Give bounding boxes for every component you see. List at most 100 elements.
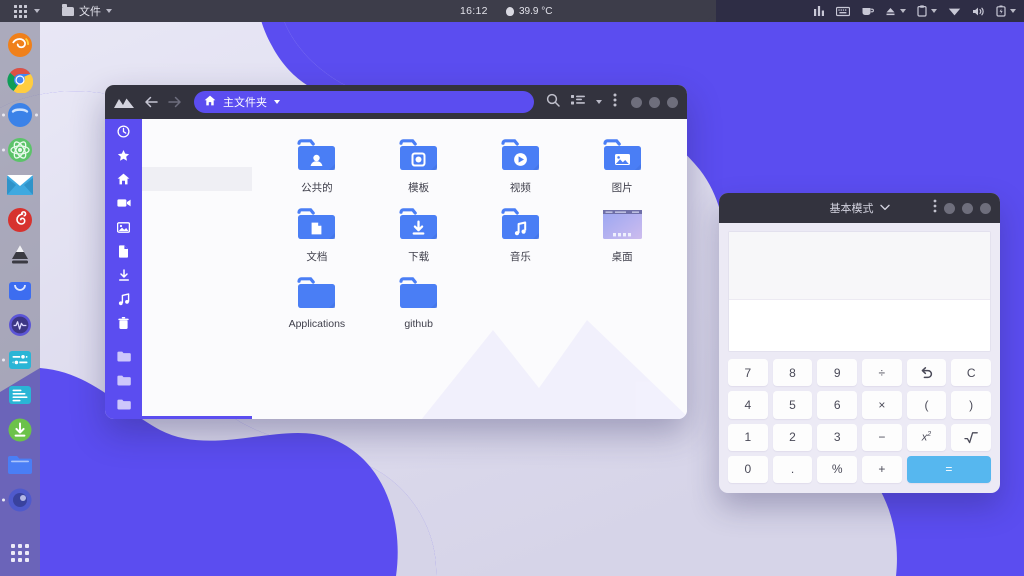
caret-down-icon[interactable]: [274, 100, 280, 104]
calc-key-3[interactable]: 3: [817, 424, 857, 451]
calc-key-+[interactable]: +: [862, 456, 902, 483]
kebab-menu-icon[interactable]: [933, 199, 937, 218]
file-item[interactable]: 音乐: [470, 201, 572, 264]
calc-key-x²[interactable]: x2: [907, 424, 947, 451]
calc-key-4[interactable]: 4: [728, 391, 768, 418]
caret-down-icon[interactable]: [1010, 9, 1016, 13]
dock-item-updater[interactable]: [7, 417, 33, 443]
calc-key-1[interactable]: 1: [728, 424, 768, 451]
sidebar-row-bg: [142, 239, 252, 263]
clipboard-icon[interactable]: [917, 5, 937, 17]
dock-item-preferences[interactable]: [7, 382, 33, 408]
maximize-button[interactable]: [649, 97, 660, 108]
clock[interactable]: 16:12: [460, 5, 488, 17]
breadcrumb[interactable]: 主文件夹: [194, 91, 534, 113]
caret-down-icon[interactable]: [931, 9, 937, 13]
temperature-indicator[interactable]: 39.9 °C: [506, 6, 552, 17]
system-monitor-icon[interactable]: [813, 5, 825, 17]
minimize-button[interactable]: [944, 203, 955, 214]
calc-key-9[interactable]: 9: [817, 359, 857, 386]
apps-grid-icon[interactable]: [11, 544, 29, 562]
calc-key-2[interactable]: 2: [773, 424, 813, 451]
calc-key-undo[interactable]: [907, 359, 947, 386]
calc-key-.[interactable]: .: [773, 456, 813, 483]
sidebar-item-color-schemes[interactable]: color-schemes: [105, 368, 252, 392]
sidebar-item-图片[interactable]: 图片: [105, 215, 252, 239]
calc-key-sqrt[interactable]: [951, 424, 991, 451]
caffeine-cup-icon[interactable]: [861, 5, 874, 17]
sidebar-item-最近使用[interactable]: 最近使用: [105, 119, 252, 143]
sidebar-item-音乐[interactable]: 音乐: [105, 287, 252, 311]
folder-icon: [397, 276, 440, 312]
calc-key-)[interactable]: ): [951, 391, 991, 418]
dock-item-inkscape[interactable]: [7, 242, 33, 268]
calc-key-5[interactable]: 5: [773, 391, 813, 418]
file-manager-sidebar: 最近使用收藏主目录视频图片文档下载音乐回收站 Kvantumcolor-schem…: [105, 119, 252, 419]
list-view-icon[interactable]: [571, 93, 585, 111]
file-item[interactable]: 桌面: [571, 201, 673, 264]
network-wifi-icon[interactable]: [948, 6, 961, 17]
dock-item-app-store[interactable]: [7, 277, 33, 303]
sidebar-item-文档[interactable]: 文档: [105, 239, 252, 263]
dock-item-system-monitor[interactable]: [7, 312, 33, 338]
calc-key-=[interactable]: =: [907, 456, 991, 483]
eject-icon[interactable]: [885, 6, 906, 17]
close-button[interactable]: [667, 97, 678, 108]
file-item-label: 下载: [408, 249, 429, 264]
calc-key-7[interactable]: 7: [728, 359, 768, 386]
dock-item-chrome[interactable]: [7, 67, 33, 93]
sidebar-item-sddm[interactable]: sddm: [105, 392, 252, 416]
calc-key-×[interactable]: ×: [862, 391, 902, 418]
files-menu[interactable]: 文件: [62, 3, 112, 19]
minimize-button[interactable]: [631, 97, 642, 108]
caret-down-icon[interactable]: [106, 9, 112, 13]
sidebar-item-视频[interactable]: 视频: [105, 191, 252, 215]
dock-item-file-manager[interactable]: [7, 452, 33, 478]
dock-item-blue-circle-app[interactable]: [7, 102, 33, 128]
grid-icon[interactable]: [14, 5, 27, 18]
volume-icon[interactable]: [972, 6, 985, 17]
battery-icon[interactable]: [996, 5, 1016, 17]
dock-item-settings-sliders[interactable]: [7, 347, 33, 373]
file-item[interactable]: github: [368, 270, 470, 330]
star-icon: [105, 149, 142, 162]
file-item[interactable]: 文档: [266, 201, 368, 264]
dock-item-mail[interactable]: [7, 172, 33, 198]
calc-key-%[interactable]: %: [817, 456, 857, 483]
back-button[interactable]: [144, 96, 158, 108]
maximize-button[interactable]: [962, 203, 973, 214]
file-item[interactable]: 模板: [368, 132, 470, 195]
caret-down-icon[interactable]: [900, 9, 906, 13]
calc-key-÷[interactable]: ÷: [862, 359, 902, 386]
file-list-area[interactable]: 公共的模板视频图片文档下载 音乐桌面 Applicationsgithub: [252, 119, 687, 419]
file-item[interactable]: 图片: [571, 132, 673, 195]
caret-down-icon[interactable]: [596, 100, 602, 104]
sidebar-item-下载[interactable]: 下载: [105, 263, 252, 287]
document-icon: [105, 245, 142, 258]
calc-key-C[interactable]: C: [951, 359, 991, 386]
dock-item-firefox[interactable]: [7, 32, 33, 58]
sidebar-item-回收站[interactable]: 回收站: [105, 311, 252, 335]
file-item[interactable]: 下载: [368, 201, 470, 264]
caret-down-icon[interactable]: [34, 9, 40, 13]
dock-item-camera[interactable]: [7, 487, 33, 513]
close-button[interactable]: [980, 203, 991, 214]
search-icon[interactable]: [546, 93, 560, 112]
sidebar-item-kvantum[interactable]: Kvantum: [105, 344, 252, 368]
dock-item-green-atom-app[interactable]: [7, 137, 33, 163]
forward-button[interactable]: [168, 96, 182, 108]
dock-item-netease-music[interactable]: [7, 207, 33, 233]
trash-icon: [105, 317, 142, 330]
sidebar-item-收藏[interactable]: 收藏: [105, 143, 252, 167]
file-item[interactable]: 公共的: [266, 132, 368, 195]
kebab-menu-icon[interactable]: [613, 93, 617, 112]
calc-key-([interactable]: (: [907, 391, 947, 418]
calc-key-8[interactable]: 8: [773, 359, 813, 386]
sidebar-item-主目录[interactable]: 主目录: [105, 167, 252, 191]
file-item[interactable]: Applications: [266, 270, 368, 330]
calc-key-−[interactable]: −: [862, 424, 902, 451]
calc-key-0[interactable]: 0: [728, 456, 768, 483]
calc-key-6[interactable]: 6: [817, 391, 857, 418]
keyboard-layout-icon[interactable]: [836, 6, 850, 17]
file-item[interactable]: 视频: [470, 132, 572, 195]
